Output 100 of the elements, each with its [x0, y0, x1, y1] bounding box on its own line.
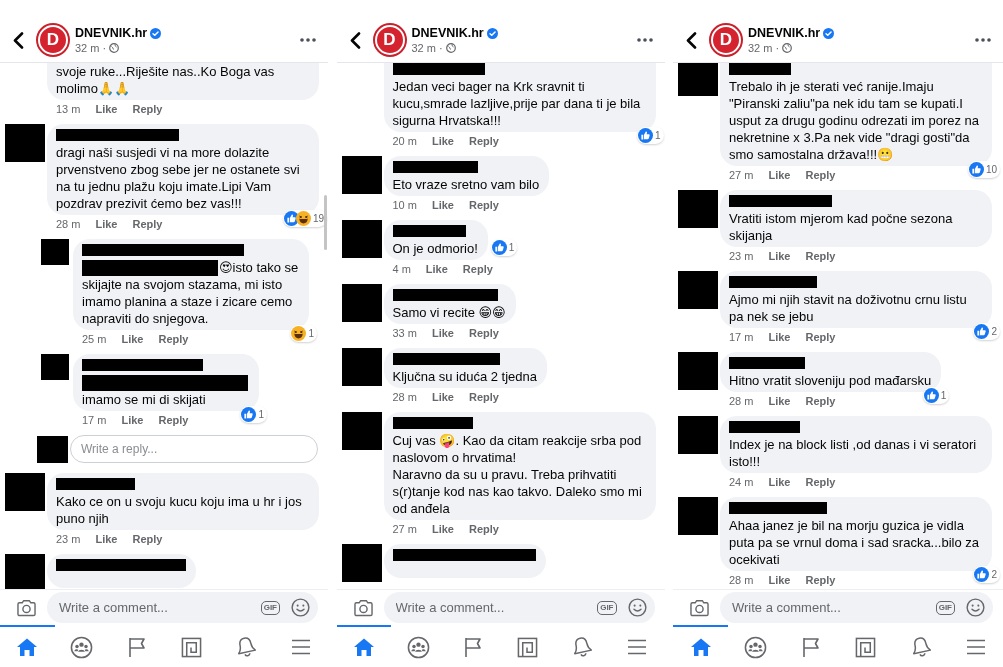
- reply-link[interactable]: Reply: [158, 333, 189, 345]
- like-link[interactable]: Like: [768, 331, 791, 343]
- reply-link[interactable]: Reply: [469, 199, 499, 211]
- gif-button[interactable]: GIF: [935, 600, 955, 615]
- comment-text: Ajmo mi njih stavit na doživotnu crnu listu pa nek se jebu: [729, 291, 968, 325]
- reply-link[interactable]: Reply: [462, 263, 493, 275]
- like-link[interactable]: Like: [431, 199, 454, 211]
- reply-link[interactable]: Reply: [132, 103, 163, 115]
- more-icon[interactable]: [300, 38, 316, 42]
- reaction-summary[interactable]: 2: [973, 323, 1000, 340]
- comment-time: 10 m: [392, 199, 417, 211]
- comment-text: Hitno vratit sloveniju pod mađarsku: [729, 372, 932, 389]
- comment-time: 28 m: [56, 218, 81, 230]
- comment-time: 24 m: [729, 476, 754, 488]
- reaction-summary[interactable]: 2: [973, 566, 1000, 583]
- like-link[interactable]: Like: [425, 263, 448, 275]
- page-logo[interactable]: D: [36, 23, 70, 57]
- reaction-summary[interactable]: 1: [922, 387, 950, 404]
- reply-input[interactable]: Write a reply...: [70, 435, 318, 463]
- reply-link[interactable]: Reply: [132, 533, 163, 545]
- menu-icon: [290, 639, 311, 655]
- like-link[interactable]: Like: [95, 103, 118, 115]
- reaction-count: 1: [654, 130, 661, 141]
- page-name[interactable]: DNEVNIK.hr: [411, 26, 484, 40]
- reply-link[interactable]: Reply: [469, 135, 499, 147]
- comment-text: imamo se mi di skijati: [82, 391, 207, 408]
- like-link[interactable]: Like: [121, 414, 144, 426]
- home-icon: [352, 637, 375, 657]
- like-link[interactable]: Like: [431, 523, 454, 535]
- page-logo[interactable]: D: [709, 23, 743, 57]
- like-link[interactable]: Like: [431, 135, 454, 147]
- comment-input[interactable]: Write a comment... GIF: [47, 592, 318, 623]
- reply-link[interactable]: Reply: [805, 331, 836, 343]
- comment-time: 23 m: [729, 250, 754, 262]
- like-link[interactable]: Like: [431, 391, 454, 403]
- bell-icon: [910, 636, 931, 658]
- reply-link[interactable]: Reply: [805, 250, 836, 262]
- like-link[interactable]: Like: [768, 574, 791, 586]
- people-circle-icon: [70, 635, 94, 659]
- camera-icon[interactable]: [352, 598, 374, 617]
- people-circle-icon: [407, 635, 430, 659]
- reply-link[interactable]: Reply: [132, 218, 163, 230]
- reply-link[interactable]: Reply: [469, 523, 499, 535]
- comment-text: Vratiti istom mjerom kad počne sezona skijanja: [729, 210, 954, 244]
- camera-icon[interactable]: [16, 598, 37, 617]
- reply-link[interactable]: Reply: [158, 414, 189, 426]
- reaction-summary[interactable]: 1: [290, 325, 317, 342]
- reply-link[interactable]: Reply: [805, 169, 836, 181]
- back-icon[interactable]: [13, 31, 24, 49]
- globe-icon: [109, 43, 120, 53]
- like-link[interactable]: Like: [768, 169, 791, 181]
- reply-link[interactable]: Reply: [805, 476, 836, 488]
- reaction-count: 1: [940, 390, 947, 401]
- comment-text: dragi naši susjedi vi na more dolazite prvenstveno zbog sebe jer ne ostanete svi na tu jednu plažu koju imate.Lipi Vam pozdrav prezivit ćemo bez vas!!!: [56, 144, 301, 212]
- post-time: 32 m ·: [75, 42, 107, 54]
- like-link[interactable]: Like: [121, 333, 144, 345]
- more-icon[interactable]: [975, 38, 991, 42]
- reaction-summary[interactable]: 1: [240, 406, 267, 423]
- like-link[interactable]: Like: [95, 218, 118, 230]
- comment-time: 33 m: [392, 327, 417, 339]
- reply-link[interactable]: Reply: [805, 395, 836, 407]
- gif-button[interactable]: GIF: [597, 600, 617, 615]
- page-name[interactable]: DNEVNIK.hr: [748, 26, 821, 40]
- reaction-summary[interactable]: 10: [967, 161, 1000, 178]
- like-link[interactable]: Like: [431, 327, 454, 339]
- comment-time: 27 m: [392, 523, 417, 535]
- more-icon[interactable]: [636, 38, 653, 42]
- smiley-icon[interactable]: [627, 598, 647, 617]
- reaction-summary[interactable]: 19: [282, 210, 327, 227]
- like-link[interactable]: Like: [768, 250, 791, 262]
- like-link[interactable]: Like: [768, 476, 791, 488]
- reply-link[interactable]: Reply: [805, 574, 836, 586]
- square-frame-icon: [180, 636, 202, 658]
- comment-time: 20 m: [392, 135, 417, 147]
- like-link[interactable]: Like: [95, 533, 118, 545]
- comment-text: Jedan veci bager na Krk sravnit ti kucu,smrade lazljive,prije par dana ti je bila sigurna Hrvatska!!!: [392, 78, 642, 129]
- reaction-summary[interactable]: 1: [490, 239, 518, 256]
- comment-input[interactable]: Write a comment... GIF: [720, 592, 993, 623]
- thumbs-up-icon: [974, 324, 990, 339]
- back-icon[interactable]: [686, 31, 697, 49]
- home-icon: [16, 637, 39, 657]
- comment-time: 13 m: [56, 103, 81, 115]
- gif-button[interactable]: GIF: [260, 600, 280, 615]
- back-icon[interactable]: [349, 31, 361, 49]
- smiley-icon[interactable]: [291, 598, 310, 617]
- reaction-summary[interactable]: 1: [636, 127, 664, 144]
- page-name[interactable]: DNEVNIK.hr: [75, 26, 148, 40]
- thumbs-up-icon: [241, 407, 257, 422]
- like-link[interactable]: Like: [768, 395, 791, 407]
- smiley-icon[interactable]: [966, 598, 985, 617]
- reply-link[interactable]: Reply: [469, 327, 499, 339]
- home-icon: [689, 637, 712, 657]
- camera-icon[interactable]: [689, 598, 710, 617]
- post-time: 32 m ·: [748, 42, 780, 54]
- comment-text: Trebalo ih je sterati već ranije.Imaju "Piranski zaliu"pa nek idu tam se kupati.I usput za drugu godinu odrezati im porez na nekretnine x 3.Pa nek vide "dragi gosti"da smo samostalna država!!!😬: [729, 78, 981, 163]
- reply-link[interactable]: Reply: [469, 391, 499, 403]
- laughing-face-icon: [295, 211, 311, 226]
- globe-icon: [782, 43, 793, 53]
- page-logo[interactable]: D: [372, 23, 407, 57]
- comment-input[interactable]: Write a comment... GIF: [383, 592, 655, 623]
